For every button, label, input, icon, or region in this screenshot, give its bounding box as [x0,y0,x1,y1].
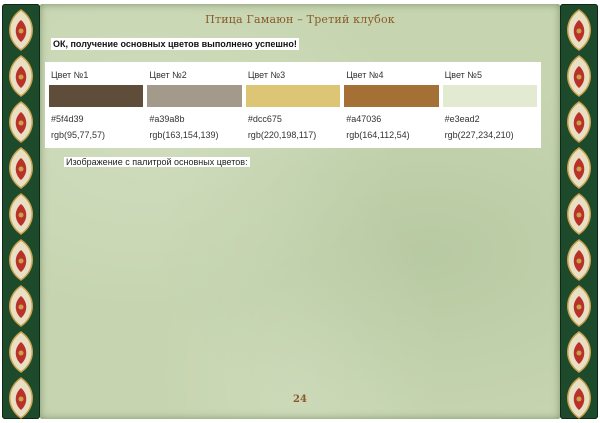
ornament-motif [9,101,33,143]
color-label: Цвет №3 [247,70,286,80]
ornament-motif [567,101,591,143]
ornament-motif [9,239,33,281]
color-hex: #e3ead2 [444,114,480,124]
ornament-motif [9,9,33,51]
color-rgb: rgb(220,198,117) [247,130,317,140]
ornament-motif [9,55,33,97]
color-label: Цвет №4 [346,70,384,80]
ornament-motif [9,377,33,419]
folk-ornament-icon [9,9,33,419]
ornament-motif [567,285,591,327]
color-swatch [245,85,341,107]
palette-column: Цвет №2 #a39a8b rgb(163,154,139) [145,62,243,148]
ornament-motif [9,285,33,327]
success-message: ОК, получение основных цветов выполнено … [51,38,299,50]
color-label: Цвет №1 [51,70,89,80]
color-swatch [442,85,538,107]
color-rgb: rgb(95,77,57) [51,130,106,140]
palette-column: Цвет №4 #a47036 rgb(164,112,54) [342,62,440,148]
color-hex: #5f4d39 [51,114,84,124]
palette-image-caption: Изображение с палитрой основных цветов: [64,157,250,167]
color-hex: #dcc675 [247,114,282,124]
ornament-motif [567,239,591,281]
color-swatch [344,85,439,107]
color-label: Цвет №5 [444,70,482,80]
ornament-motif [9,193,33,235]
color-rgb: rgb(227,234,210) [444,130,514,140]
ornament-motif [9,147,33,189]
color-swatch [147,85,242,107]
ornament-motif [567,9,591,51]
ornament-motif [567,377,591,419]
ornament-motif [567,331,591,373]
ornament-motif [567,55,591,97]
color-label: Цвет №2 [149,70,187,80]
color-rgb: rgb(164,112,54) [346,130,410,140]
palette-column: Цвет №1 #5f4d39 rgb(95,77,57) [47,62,145,148]
color-swatch [49,85,144,107]
ornament-motif [567,147,591,189]
page-number: 24 [293,394,307,405]
color-palette-table: Цвет №1 #5f4d39 rgb(95,77,57) Цвет №2 #a… [45,62,541,148]
book-frame: Птица Гамаюн – Третий клубок ОК, получен… [0,0,600,423]
color-rgb: rgb(163,154,139) [149,130,219,140]
folk-ornament-icon [567,9,591,419]
book-page: Птица Гамаюн – Третий клубок ОК, получен… [40,4,560,419]
page-title: Птица Гамаюн – Третий клубок [205,13,395,26]
palette-column: Цвет №5 #e3ead2 rgb(227,234,210) [441,62,539,148]
left-ornament-border [2,4,40,419]
ornament-motif [9,331,33,373]
palette-column: Цвет №3 #dcc675 rgb(220,198,117) [244,62,342,148]
color-hex: #a39a8b [149,114,185,124]
color-hex: #a47036 [346,114,382,124]
right-ornament-border [560,4,598,419]
ornament-motif [567,193,591,235]
